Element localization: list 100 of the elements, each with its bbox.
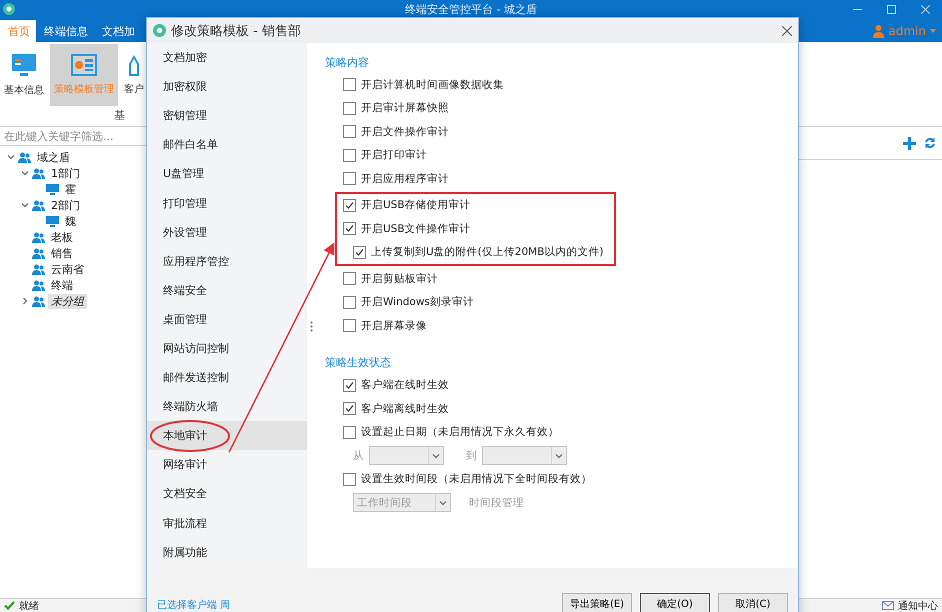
to-label: 到: [466, 448, 477, 463]
add-icon[interactable]: [903, 136, 916, 150]
checkbox[interactable]: [343, 198, 356, 212]
users-icon: [32, 232, 45, 242]
checkbox[interactable]: [343, 172, 356, 186]
checkbox[interactable]: [343, 402, 356, 416]
computer-icon: [46, 216, 59, 226]
option-label: 开启屏幕录像: [361, 318, 427, 333]
chevron-down-icon[interactable]: [21, 169, 29, 177]
option-label: 开启文件操作审计: [361, 124, 449, 139]
section-title: 策略内容: [325, 54, 370, 70]
close-icon[interactable]: [782, 26, 792, 36]
users-icon: [32, 248, 45, 258]
tree-item[interactable]: 老板: [48, 230, 76, 244]
nav-item[interactable]: 文档安全: [147, 479, 307, 508]
dialog-button[interactable]: 导出策略(E): [562, 592, 632, 612]
tab[interactable]: 终端信息: [36, 20, 94, 42]
checkbox[interactable]: [343, 426, 356, 439]
dialog-button[interactable]: 取消(C): [718, 592, 788, 612]
computer-icon: [46, 184, 59, 194]
refresh-icon[interactable]: [924, 137, 936, 149]
nav-item[interactable]: 终端防火墙: [147, 392, 307, 422]
nav-item[interactable]: 打印管理: [147, 188, 307, 218]
nav-item[interactable]: 本地审计: [147, 421, 307, 450]
checkbox[interactable]: [343, 296, 356, 309]
maximize-icon[interactable]: [886, 4, 896, 14]
checkbox[interactable]: [343, 148, 356, 162]
checkbox[interactable]: [343, 378, 356, 392]
nav-item[interactable]: 文档加密: [147, 43, 307, 72]
checkbox[interactable]: [343, 125, 356, 138]
option-label: 客户端离线时生效: [361, 402, 449, 416]
section-title: 策略生效状态: [325, 355, 392, 371]
from-label: 从: [353, 448, 364, 463]
app-logo-icon: [153, 24, 166, 37]
window-title: 终端安全管控平台 - 城之盾: [405, 2, 537, 16]
chevron-down-icon[interactable]: [21, 201, 29, 209]
tab[interactable]: 文档加: [94, 20, 141, 42]
option-label: 客户端在线时生效: [361, 378, 449, 392]
option-label: 开启USB存储使用审计: [361, 198, 471, 212]
option-label: 开启Windows刻录审计: [361, 295, 474, 310]
nav-item[interactable]: 附属功能: [147, 538, 307, 567]
check-icon: [4, 601, 15, 610]
users-icon: [32, 296, 45, 306]
ribbon-group-label: 基: [114, 108, 125, 123]
nav-item[interactable]: 审批流程: [147, 508, 307, 538]
checkbox[interactable]: [343, 272, 356, 286]
chevron-right-icon[interactable]: [21, 297, 29, 305]
nav-item[interactable]: 邮件发送控制: [147, 363, 307, 392]
checkbox[interactable]: [343, 78, 356, 92]
nav-item[interactable]: 外设管理: [147, 218, 307, 247]
tree-item[interactable]: 1部门: [48, 166, 83, 180]
nav-item[interactable]: 网站访问控制: [147, 334, 307, 364]
checkbox[interactable]: [343, 319, 356, 332]
ribbon-button[interactable]: 客户: [120, 44, 148, 106]
nav-item[interactable]: 桌面管理: [147, 304, 307, 334]
option-label: 开启审计屏幕快照: [361, 101, 449, 116]
status-text: 就绪: [19, 600, 39, 612]
caret-icon[interactable]: [930, 29, 936, 33]
option-label: 设置生效时间段（未启用情况下全时间段有效）: [361, 472, 592, 486]
option-label: 上传复制到U盘的附件(仅上传20MB以内的文件): [371, 245, 604, 260]
users-icon: [32, 168, 45, 178]
dialog-button[interactable]: 确定(O): [640, 592, 710, 612]
app-logo-icon: [3, 3, 15, 15]
tree-item[interactable]: 未分组: [48, 294, 87, 308]
option-label: 开启USB文件操作审计: [361, 222, 471, 236]
checkbox[interactable]: [343, 222, 356, 236]
splitter-grip-icon[interactable]: [310, 321, 313, 332]
tree-item[interactable]: 终端: [48, 278, 76, 292]
nav-item[interactable]: 终端安全: [147, 276, 307, 305]
option-label: 开启计算机时间画像数据收集: [361, 78, 504, 92]
option-label: 设置起止日期（未启用情况下永久有效）: [361, 425, 559, 440]
nav-item[interactable]: 密钥管理: [147, 101, 307, 130]
id-card-icon: [71, 54, 97, 76]
ribbon-button[interactable]: 基本信息: [0, 44, 48, 106]
users-icon: [32, 264, 45, 274]
users-icon: [18, 152, 31, 162]
monitor-icon: [11, 53, 37, 77]
tree-item[interactable]: 云南省: [48, 262, 87, 276]
nav-item[interactable]: 加密权限: [147, 72, 307, 102]
chevron-down-icon[interactable]: [7, 153, 15, 161]
chevron-down-icon[interactable]: [555, 452, 563, 460]
nav-item[interactable]: 邮件白名单: [147, 130, 307, 160]
tree-item[interactable]: 销售: [48, 246, 76, 260]
mail-icon[interactable]: [882, 601, 894, 610]
nav-item[interactable]: 网络审计: [147, 450, 307, 480]
option-label: 开启剪贴板审计: [361, 272, 438, 286]
option-label: 开启打印审计: [361, 148, 427, 162]
tree-item[interactable]: 2部门: [48, 198, 83, 212]
nav-item[interactable]: 应用程序管控: [147, 246, 307, 276]
tree-item[interactable]: 域之盾: [34, 150, 73, 164]
user-icon[interactable]: [873, 24, 884, 38]
nav-item[interactable]: U盘管理: [147, 159, 307, 188]
dialog-title: 修改策略模板 - 销售部: [171, 22, 302, 40]
checkbox[interactable]: [353, 246, 366, 259]
tree-item[interactable]: 霍: [62, 182, 79, 196]
tree-item[interactable]: 魏: [62, 214, 79, 228]
checkbox[interactable]: [343, 472, 356, 486]
notification-center[interactable]: 通知中心: [898, 598, 938, 612]
minimize-icon[interactable]: [852, 8, 862, 10]
checkbox[interactable]: [343, 102, 356, 115]
